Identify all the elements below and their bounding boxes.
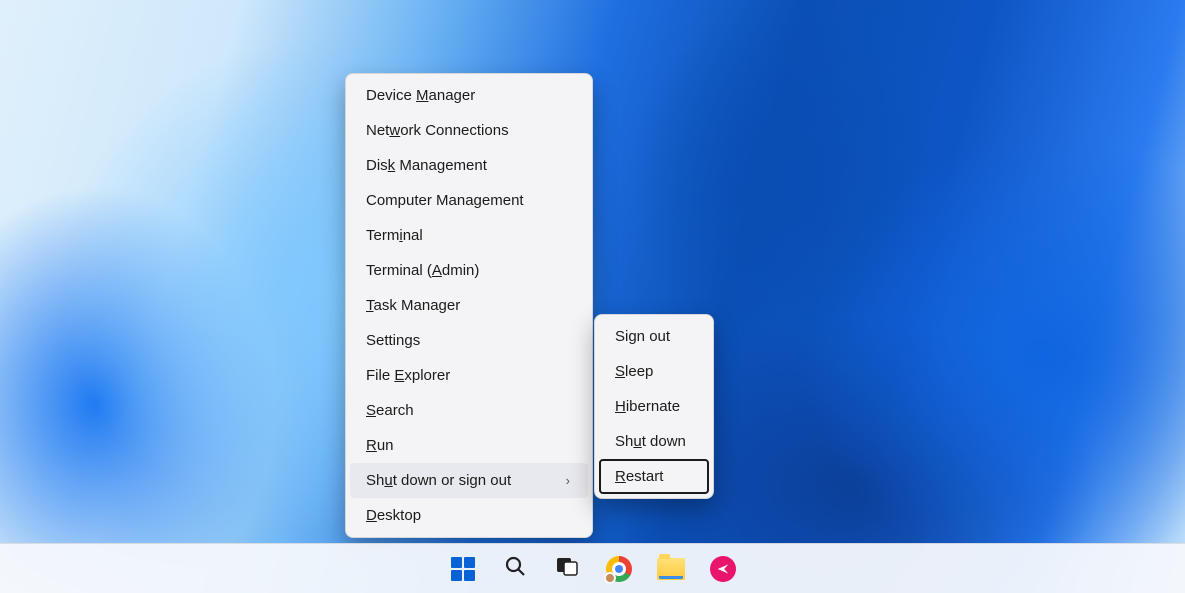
menu-item-device-manager[interactable]: Device Manager (350, 78, 588, 113)
menu-item-disk-management[interactable]: Disk Management (350, 148, 588, 183)
menu-item-label: Disk Management (366, 157, 487, 174)
search-icon (503, 554, 527, 583)
menu-item-label: Task Manager (366, 297, 460, 314)
submenu-item-sign-out[interactable]: Sign out (599, 319, 709, 354)
menu-item-desktop[interactable]: Desktop (350, 498, 588, 533)
menu-item-search[interactable]: Search (350, 393, 588, 428)
menu-item-label: Computer Management (366, 192, 524, 209)
menu-item-shut-down-or-sign-out[interactable]: Shut down or sign out › (350, 463, 588, 498)
menu-item-task-manager[interactable]: Task Manager (350, 288, 588, 323)
menu-item-label: Terminal (Admin) (366, 262, 479, 279)
menu-item-file-explorer[interactable]: File Explorer (350, 358, 588, 393)
menu-item-label: Hibernate (615, 398, 680, 415)
menu-item-run[interactable]: Run (350, 428, 588, 463)
menu-item-label: File Explorer (366, 367, 450, 384)
menu-item-label: Terminal (366, 227, 423, 244)
desktop[interactable]: Device Manager Network Connections Disk Ma… (0, 0, 1185, 593)
shutdown-submenu: Sign out Sleep Hibernate Shut down Restart (594, 314, 714, 499)
menu-item-settings[interactable]: Settings (350, 323, 588, 358)
start-button[interactable] (448, 554, 478, 584)
menu-item-label: Shut down (615, 433, 686, 450)
search-button[interactable] (500, 554, 530, 584)
submenu-item-hibernate[interactable]: Hibernate (599, 389, 709, 424)
menu-item-label: Sign out (615, 328, 670, 345)
menu-item-label: Network Connections (366, 122, 509, 139)
menu-item-network-connections[interactable]: Network Connections (350, 113, 588, 148)
chevron-right-icon: › (566, 473, 570, 488)
chrome-app[interactable] (604, 554, 634, 584)
send-icon (710, 556, 736, 582)
pinned-app[interactable] (708, 554, 738, 584)
submenu-item-shut-down[interactable]: Shut down (599, 424, 709, 459)
menu-item-label: Sleep (615, 363, 653, 380)
winx-context-menu: Device Manager Network Connections Disk Ma… (345, 73, 593, 538)
folder-icon (657, 558, 685, 580)
menu-item-label: Search (366, 402, 414, 419)
menu-item-terminal[interactable]: Terminal (350, 218, 588, 253)
submenu-item-sleep[interactable]: Sleep (599, 354, 709, 389)
menu-item-label: Desktop (366, 507, 421, 524)
menu-item-label: Settings (366, 332, 420, 349)
taskbar (0, 543, 1185, 593)
menu-item-label: Shut down or sign out (366, 472, 511, 489)
menu-item-label: Device Manager (366, 87, 475, 104)
menu-item-computer-management[interactable]: Computer Management (350, 183, 588, 218)
menu-item-label: Run (366, 437, 394, 454)
submenu-item-restart[interactable]: Restart (599, 459, 709, 494)
task-view-button[interactable] (552, 554, 582, 584)
chrome-icon (606, 556, 632, 582)
windows-logo-icon (451, 557, 475, 581)
file-explorer-app[interactable] (656, 554, 686, 584)
menu-item-label: Restart (615, 468, 663, 485)
task-view-icon (555, 554, 579, 583)
menu-item-terminal-admin[interactable]: Terminal (Admin) (350, 253, 588, 288)
